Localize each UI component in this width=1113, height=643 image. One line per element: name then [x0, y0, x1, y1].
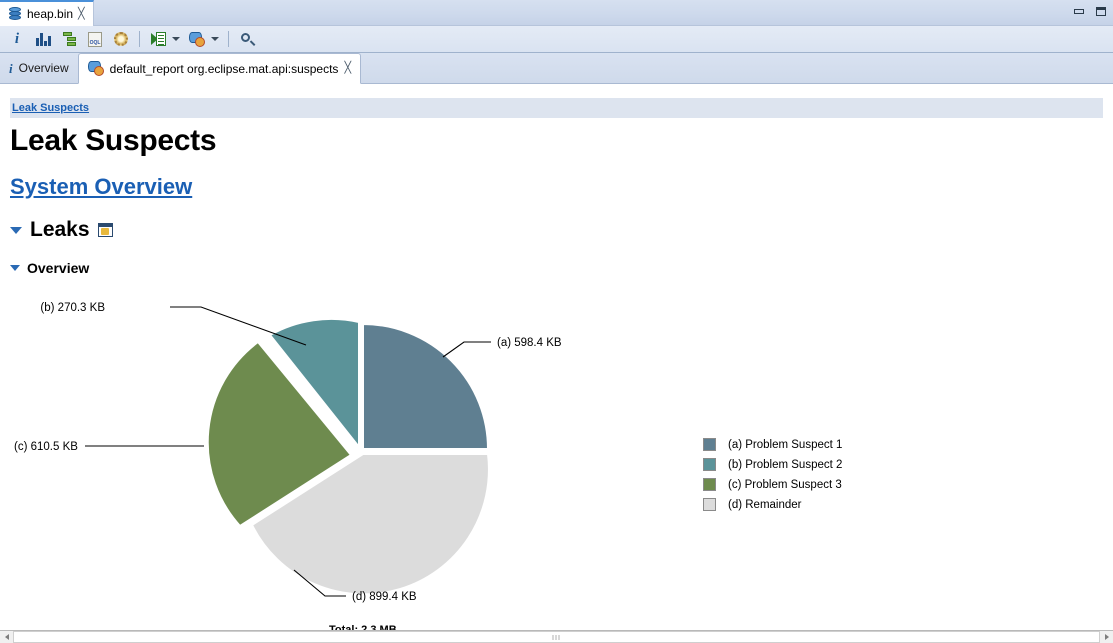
tab-overview-label: Overview — [18, 61, 69, 75]
report-content: Leak Suspects Leak Suspects System Overv… — [0, 84, 1113, 630]
window-controls — [1071, 4, 1109, 18]
legend-label-d: (d) Remainder — [728, 498, 802, 511]
legend-item[interactable]: (b) Problem Suspect 2 — [703, 458, 842, 471]
dominator-tree-icon[interactable] — [57, 27, 81, 51]
pie-slice-a[interactable] — [362, 322, 490, 450]
view-tab-bar: i Overview default_report org.eclipse.ma… — [0, 53, 1113, 84]
horizontal-scrollbar[interactable] — [0, 630, 1113, 643]
breadcrumb: Leak Suspects — [10, 98, 1103, 118]
info-icon: i — [9, 60, 13, 76]
report-icon — [87, 61, 104, 76]
legend-swatch-b — [703, 458, 716, 471]
close-icon[interactable]: ╳ — [344, 63, 351, 74]
search-icon[interactable] — [235, 27, 259, 51]
editor-tab-heap-bin[interactable]: heap.bin ╳ — [0, 0, 94, 26]
system-overview-link[interactable]: System Overview — [10, 174, 192, 200]
histogram-icon[interactable] — [31, 27, 55, 51]
legend-label-c: (c) Problem Suspect 3 — [728, 478, 842, 491]
inspector-dropdown-arrow[interactable] — [211, 37, 219, 41]
legend-item[interactable]: (a) Problem Suspect 1 — [703, 438, 842, 451]
collapse-triangle-icon[interactable] — [10, 265, 20, 271]
inspector-icon[interactable] — [185, 27, 209, 51]
info-icon[interactable]: i — [5, 27, 29, 51]
legend-swatch-d — [703, 498, 716, 511]
window-title-bar: heap.bin ╳ — [0, 0, 1113, 26]
collapse-triangle-icon[interactable] — [10, 226, 22, 234]
scroll-left-icon[interactable] — [0, 631, 13, 643]
section-overview-header: Overview — [10, 260, 1113, 276]
section-overview-title: Overview — [27, 260, 90, 276]
close-icon[interactable]: ╳ — [78, 8, 85, 20]
legend-swatch-a — [703, 438, 716, 451]
open-query-browser-icon[interactable] — [146, 27, 170, 51]
section-leaks-title: Leaks — [30, 218, 90, 241]
section-leaks-header: Leaks — [10, 218, 1113, 242]
pie-label-b: (b) 270.3 KB — [40, 302, 105, 314]
minimize-button[interactable] — [1071, 4, 1087, 18]
pie-label-d: (d) 899.4 KB — [352, 591, 417, 603]
pie-label-c: (c) 610.5 KB — [14, 441, 78, 453]
leak-suspects-pie-chart: (b) 270.3 KB (a) 598.4 KB (c) 610.5 KB (… — [0, 282, 1100, 630]
toolbar-separator — [139, 31, 140, 47]
page-title: Leak Suspects — [10, 124, 217, 157]
tab-overview[interactable]: i Overview — [0, 53, 78, 83]
leader-line-a — [442, 341, 491, 358]
legend-swatch-c — [703, 478, 716, 491]
query-browser-dropdown-arrow[interactable] — [172, 37, 180, 41]
scrollbar-track[interactable] — [13, 631, 1100, 643]
pie-chart-svg: (b) 270.3 KB (a) 598.4 KB (c) 610.5 KB (… — [14, 302, 562, 603]
open-in-window-icon[interactable] — [97, 223, 113, 237]
toolbar-separator-2 — [228, 31, 229, 47]
editor-tab-label: heap.bin — [27, 7, 74, 21]
legend-item[interactable]: (d) Remainder — [703, 498, 842, 511]
main-toolbar: i — [0, 26, 1113, 53]
pie-label-a: (a) 598.4 KB — [497, 337, 562, 349]
chart-legend: (a) Problem Suspect 1 (b) Problem Suspec… — [703, 438, 842, 511]
scroll-right-icon[interactable] — [1100, 631, 1113, 643]
tab-default-report-suspects[interactable]: default_report org.eclipse.mat.api:suspe… — [77, 53, 362, 84]
breadcrumb-link-leak-suspects[interactable]: Leak Suspects — [12, 102, 89, 114]
oql-icon[interactable] — [83, 27, 107, 51]
scrollbar-thumb[interactable] — [13, 631, 1100, 643]
maximize-button[interactable] — [1093, 4, 1109, 18]
tab-report-label: default_report org.eclipse.mat.api:suspe… — [109, 61, 339, 76]
reports-icon[interactable] — [109, 27, 133, 51]
legend-item[interactable]: (c) Problem Suspect 3 — [703, 478, 842, 491]
legend-label-b: (b) Problem Suspect 2 — [728, 458, 843, 471]
eclipse-mat-window: heap.bin ╳ i i — [0, 0, 1113, 643]
legend-label-a: (a) Problem Suspect 1 — [728, 438, 843, 451]
heap-dump-icon — [8, 7, 22, 21]
